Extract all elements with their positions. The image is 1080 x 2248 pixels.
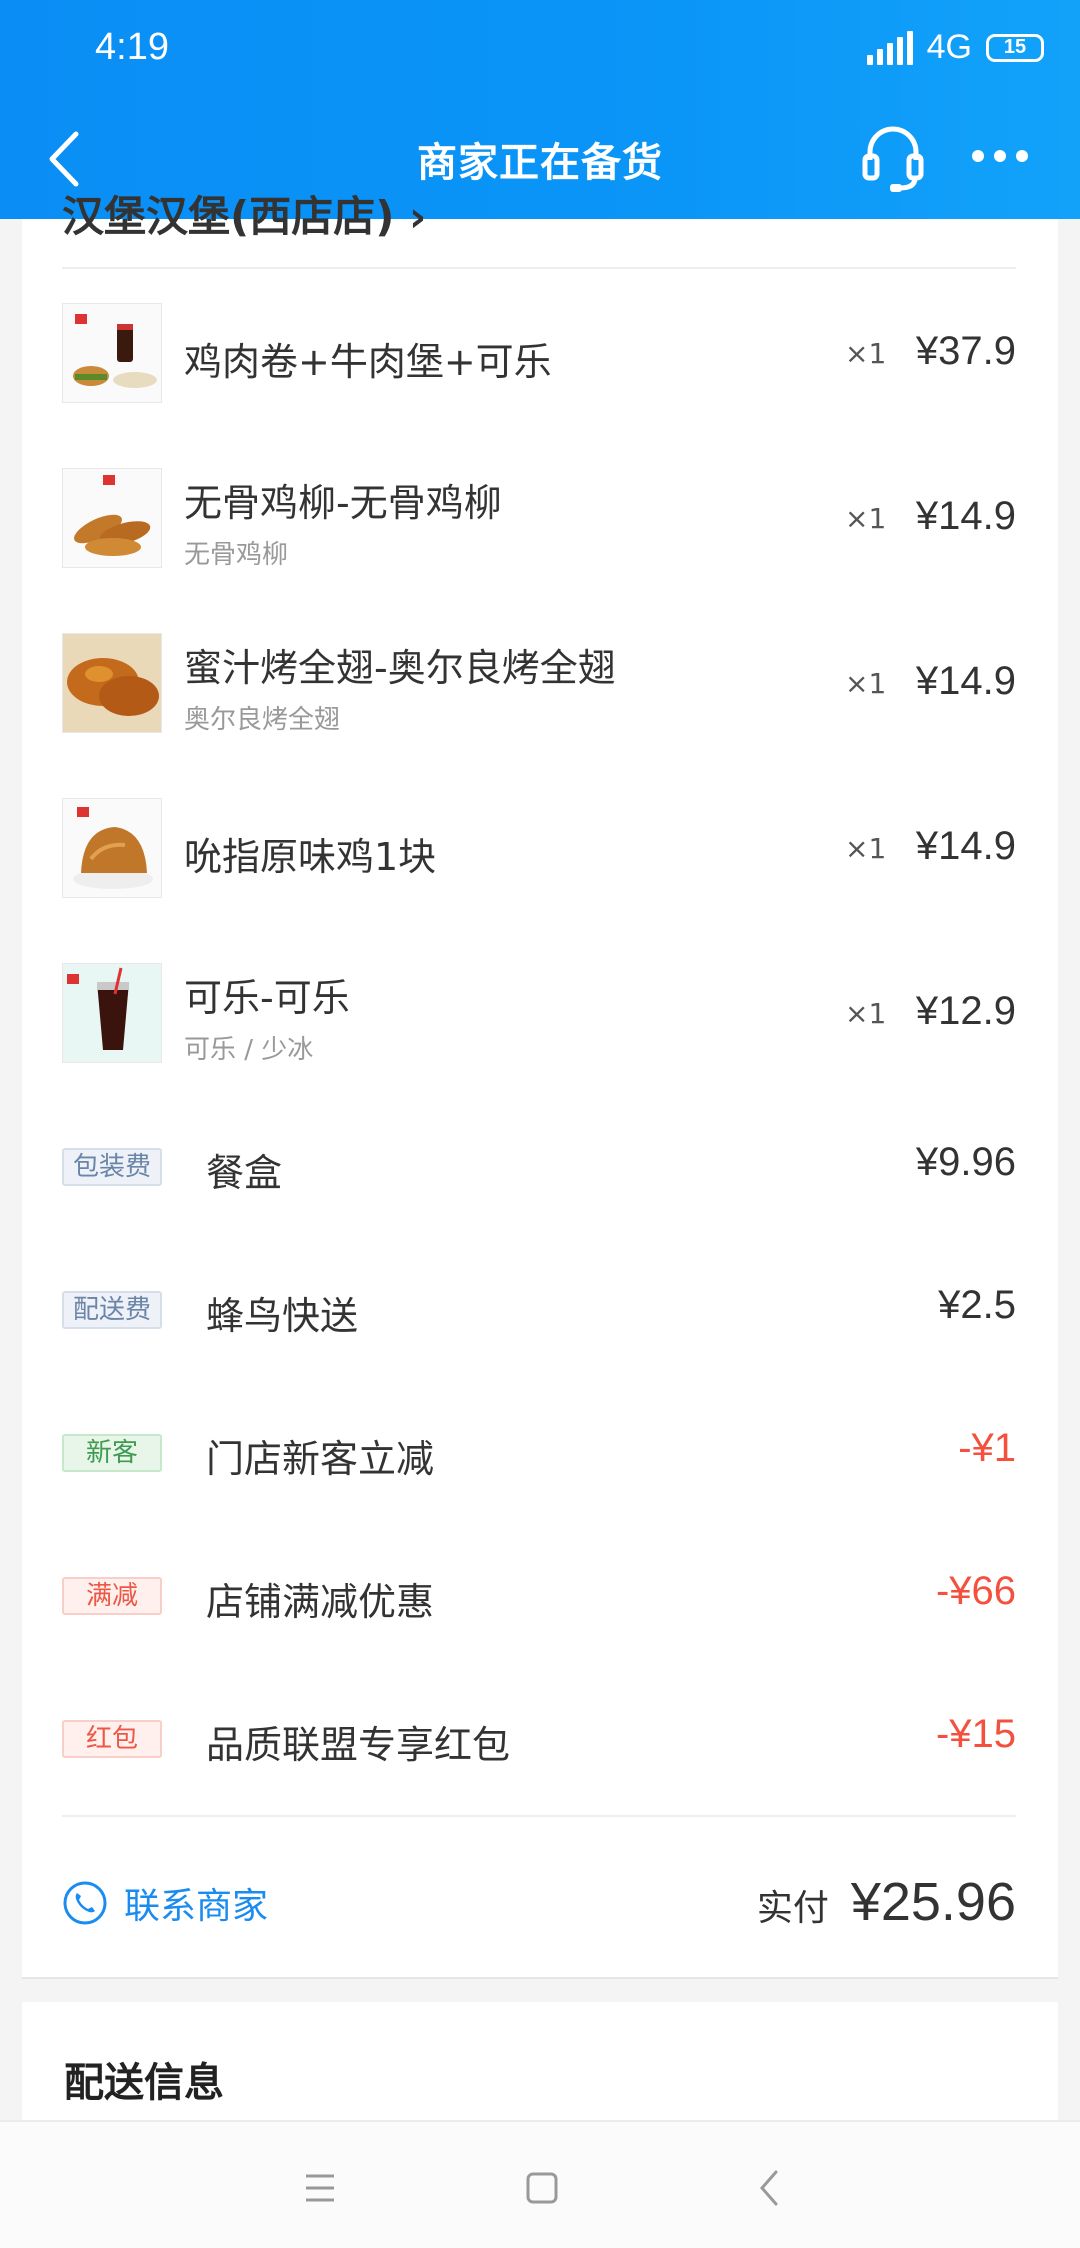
- item-image: [62, 633, 162, 733]
- battery-icon: 15: [986, 33, 1044, 62]
- fee-value: ¥2.5: [938, 1283, 1016, 1327]
- customer-service-button[interactable]: [860, 120, 926, 194]
- item-spec: 可乐 / 少冰: [184, 1035, 314, 1065]
- fee-tag: 满减: [62, 1577, 162, 1615]
- order-item: 蜜汁烤全翅-奥尔良烤全翅 奥尔良烤全翅 ×1 ¥14.9: [62, 633, 1016, 735]
- fee-value: -¥1: [958, 1426, 1016, 1470]
- item-name: 可乐-可乐: [184, 976, 350, 1020]
- item-price: ¥12.9: [915, 989, 1016, 1033]
- status-bar: 4:19 4G 15: [0, 0, 1080, 100]
- contact-merchant-button[interactable]: 联系商家: [62, 1877, 268, 1929]
- item-qty: ×1: [845, 997, 887, 1030]
- order-item: 鸡肉卷+牛肉堡+可乐 ×1 ¥37.9: [62, 303, 1016, 403]
- order-item: 无骨鸡柳-无骨鸡柳 无骨鸡柳 ×1 ¥14.9: [62, 468, 1016, 570]
- dot-icon: [1016, 150, 1028, 162]
- fee-label: 餐盒: [206, 1151, 283, 1195]
- fee-row-new-customer: 新客 门店新客立减 -¥1: [62, 1422, 1016, 1482]
- item-price: ¥14.9: [915, 824, 1016, 868]
- total-label: 实付: [756, 1888, 829, 1929]
- item-image: [62, 303, 162, 403]
- item-image: [62, 468, 162, 568]
- item-price: ¥14.9: [915, 494, 1016, 538]
- order-detail-card: 汉堡汉堡(西店店) › 鸡肉卷+牛肉堡+可乐 ×1 ¥37.9 无骨鸡柳-无骨鸡…: [22, 192, 1058, 1979]
- phone-icon: [63, 1881, 107, 1925]
- system-navigation-bar: [0, 2120, 1080, 2248]
- status-icons: 4G 15: [866, 28, 1044, 67]
- fee-value: -¥15: [935, 1712, 1016, 1756]
- contact-label: 联系商家: [124, 1886, 269, 1927]
- item-spec: 无骨鸡柳: [184, 540, 289, 570]
- chevron-left-icon: [760, 2170, 778, 2206]
- item-qty: ×1: [845, 337, 887, 370]
- order-item: 可乐-可乐 可乐 / 少冰 ×1 ¥12.9: [62, 963, 1016, 1065]
- item-name: 吮指原味鸡1块: [184, 835, 437, 879]
- fee-tag: 配送费: [62, 1291, 162, 1329]
- item-price: ¥14.9: [915, 659, 1016, 703]
- fee-row-packaging: 包装费 餐盒 ¥9.96: [62, 1136, 1016, 1196]
- system-back-button[interactable]: [742, 2162, 798, 2214]
- home-button[interactable]: [514, 2162, 570, 2214]
- dot-icon: [972, 150, 984, 162]
- fee-tag: 新客: [62, 1434, 162, 1472]
- home-square-icon: [526, 2172, 558, 2204]
- headset-icon: [862, 126, 924, 192]
- divider: [62, 267, 1016, 269]
- item-spec: 奥尔良烤全翅: [184, 705, 341, 735]
- fee-row-full-reduction: 满减 店铺满减优惠 -¥66: [62, 1565, 1016, 1625]
- signal-icon: [866, 30, 913, 65]
- item-name: 蜜汁烤全翅-奥尔良烤全翅: [184, 646, 616, 690]
- more-options-button[interactable]: [972, 136, 1036, 176]
- fee-label: 品质联盟专享红包: [206, 1723, 511, 1767]
- delivery-info-card: 配送信息: [22, 2002, 1058, 2122]
- network-type: 4G: [926, 28, 972, 66]
- fee-row-delivery: 配送费 蜂鸟快送 ¥2.5: [62, 1279, 1016, 1339]
- divider: [62, 1815, 1016, 1817]
- fee-row-red-packet: 红包 品质联盟专享红包 -¥15: [62, 1708, 1016, 1768]
- item-image: [62, 963, 162, 1063]
- fee-tag: 红包: [62, 1720, 162, 1758]
- item-qty: ×1: [845, 667, 887, 700]
- fee-label: 蜂鸟快送: [206, 1294, 359, 1338]
- fee-label: 店铺满减优惠: [206, 1580, 435, 1624]
- item-image: [62, 798, 162, 898]
- fee-value: ¥9.96: [915, 1140, 1016, 1184]
- dot-icon: [994, 150, 1006, 162]
- total-value: ¥25.96: [850, 1872, 1016, 1932]
- menu-icon: [306, 2174, 334, 2202]
- item-name: 鸡肉卷+牛肉堡+可乐: [184, 340, 552, 384]
- fee-tag: 包装费: [62, 1148, 162, 1186]
- section-title: 配送信息: [64, 2060, 224, 2106]
- item-price: ¥37.9: [915, 329, 1016, 373]
- total-paid: 实付 ¥25.96: [757, 1871, 1016, 1933]
- status-time: 4:19: [95, 26, 169, 68]
- menu-button[interactable]: [292, 2162, 348, 2214]
- fee-value: -¥66: [935, 1569, 1016, 1613]
- item-qty: ×1: [845, 502, 887, 535]
- fee-label: 门店新客立减: [206, 1437, 435, 1481]
- order-item: 吮指原味鸡1块 ×1 ¥14.9: [62, 798, 1016, 898]
- shop-name[interactable]: 汉堡汉堡(西店店) ›: [62, 183, 426, 244]
- item-name: 无骨鸡柳-无骨鸡柳: [184, 481, 502, 525]
- item-qty: ×1: [845, 832, 887, 865]
